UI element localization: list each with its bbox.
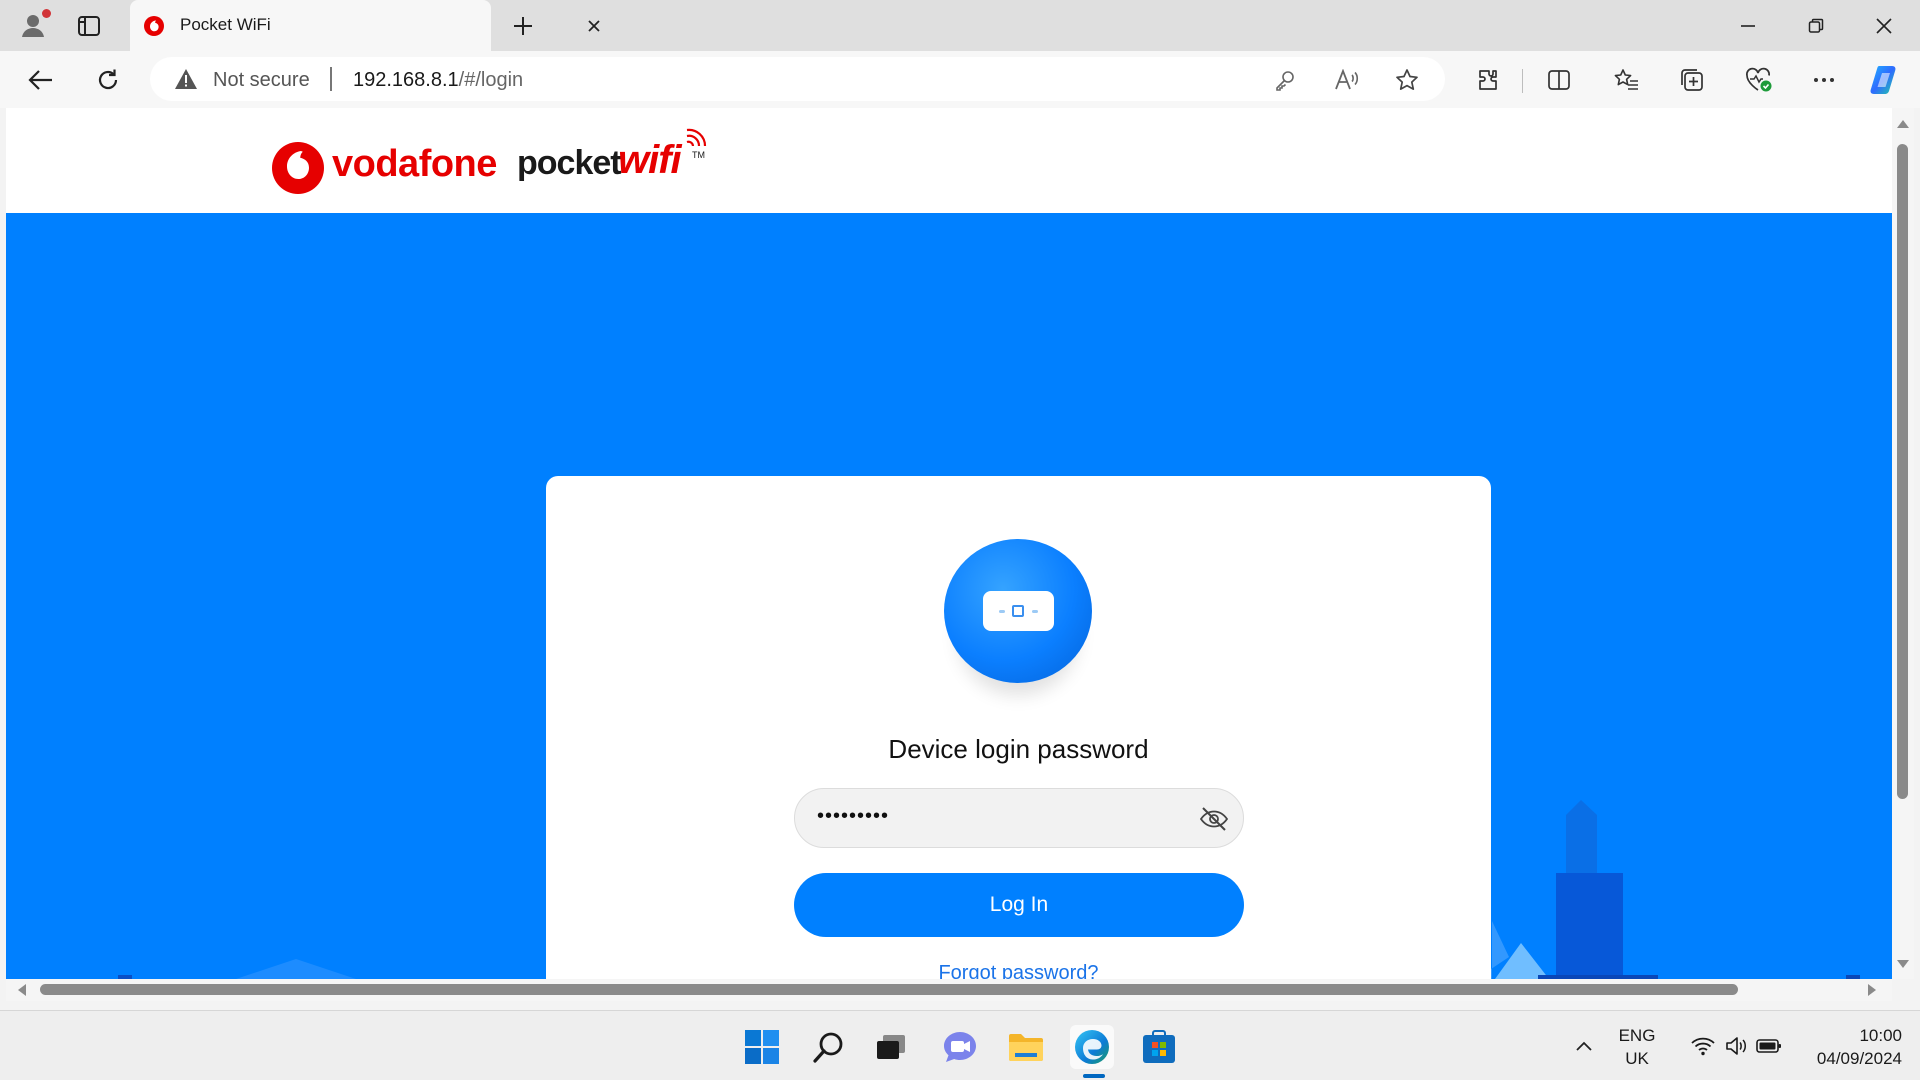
clock-date: 04/09/2024 <box>1816 1049 1902 1068</box>
scroll-down-arrow-icon[interactable] <box>1897 960 1909 968</box>
browser-tab-active[interactable]: Pocket WiFi <box>130 0 600 51</box>
language-region: UK <box>1625 1049 1649 1068</box>
page-viewport: vodafone pocket wifi TM Device login pas… <box>6 108 1892 979</box>
system-clock[interactable]: 10:00 04/09/2024 <box>1792 1024 1902 1070</box>
device-indicator-right <box>1032 610 1038 613</box>
device-button <box>1012 605 1024 617</box>
more-options-icon[interactable] <box>1807 63 1841 97</box>
split-screen-icon[interactable] <box>1542 63 1576 97</box>
horizontal-scrollbar[interactable] <box>6 979 1892 1001</box>
collections-icon[interactable] <box>1675 63 1709 97</box>
vertical-scrollbar[interactable] <box>1892 108 1914 979</box>
minimize-icon[interactable] <box>1730 10 1766 42</box>
active-app-indicator <box>1083 1074 1105 1078</box>
scroll-right-arrow-icon[interactable] <box>1868 984 1876 996</box>
language-indicator[interactable]: ENG UK <box>1612 1024 1662 1070</box>
browser-toolbar: Not secure 192.168.8.1/#/login <box>0 51 1920 108</box>
browser-title-bar: Pocket WiFi <box>0 0 1920 51</box>
windows-taskbar: ENG UK 10:00 04/09/2024 <box>0 1010 1920 1080</box>
security-status-text[interactable]: Not secure <box>213 69 310 92</box>
teams-chat-icon[interactable] <box>938 1025 982 1069</box>
vertical-scroll-thumb[interactable] <box>1897 144 1908 799</box>
site-header: vodafone pocket wifi TM <box>6 108 1892 213</box>
scroll-up-arrow-icon[interactable] <box>1897 120 1909 128</box>
password-input[interactable]: ••••••••• <box>794 788 1244 848</box>
language-code: ENG <box>1618 1026 1656 1045</box>
eye-hidden-icon[interactable] <box>1199 805 1229 833</box>
pocketwifi-word-wifi: wifi <box>618 138 682 182</box>
url-path: /#/login <box>458 69 524 91</box>
scroll-left-arrow-icon[interactable] <box>18 984 26 996</box>
microsoft-store-icon[interactable] <box>1137 1025 1181 1069</box>
login-title: Device login password <box>888 734 1149 764</box>
toolbar-divider <box>1522 69 1523 93</box>
tab-actions-icon[interactable] <box>74 12 104 40</box>
login-card: Device login password ••••••••• Log In F… <box>546 476 1491 979</box>
quick-settings-tray[interactable] <box>1678 1019 1786 1073</box>
address-bar[interactable]: Not secure 192.168.8.1/#/login <box>150 57 1445 101</box>
windows-start-icon[interactable] <box>740 1025 784 1069</box>
favorite-star-icon[interactable] <box>1394 67 1420 93</box>
pocketwifi-word-pocket: pocket <box>517 144 622 182</box>
volume-icon <box>1723 1034 1749 1058</box>
task-view-icon[interactable] <box>869 1025 913 1069</box>
read-aloud-icon[interactable] <box>1334 67 1360 93</box>
device-screen <box>983 591 1054 631</box>
browser-essentials-icon[interactable] <box>1742 63 1776 97</box>
wifi-icon <box>1690 1034 1716 1058</box>
new-tab-icon[interactable] <box>509 12 537 40</box>
forgot-password-link[interactable]: Forgot password? <box>546 962 1491 979</box>
copilot-icon[interactable] <box>1868 63 1902 97</box>
device-indicator-left <box>999 610 1005 613</box>
back-arrow-icon[interactable] <box>24 63 58 97</box>
battery-icon <box>1756 1034 1782 1058</box>
address-divider <box>330 67 332 91</box>
log-in-button[interactable]: Log In <box>794 873 1244 937</box>
search-icon[interactable] <box>807 1025 851 1069</box>
show-hidden-icons-chevron-icon[interactable] <box>1572 1035 1596 1057</box>
vodafone-favicon-icon <box>143 15 165 37</box>
password-masked-value: ••••••••• <box>817 805 890 827</box>
restore-icon[interactable] <box>1798 10 1834 42</box>
pocket-wifi-device-icon <box>944 539 1092 683</box>
wifi-signal-waves-icon <box>683 124 713 154</box>
favorites-list-icon[interactable] <box>1609 63 1643 97</box>
tab-close-icon[interactable] <box>582 14 606 38</box>
vodafone-wordmark: vodafone <box>332 143 497 185</box>
password-key-icon[interactable] <box>1272 67 1298 93</box>
edge-browser-icon[interactable] <box>1070 1025 1114 1069</box>
url-text[interactable]: 192.168.8.1/#/login <box>353 69 523 92</box>
close-window-icon[interactable] <box>1866 10 1902 42</box>
tab-title: Pocket WiFi <box>180 15 271 34</box>
file-explorer-icon[interactable] <box>1004 1025 1048 1069</box>
refresh-icon[interactable] <box>91 63 125 97</box>
url-host: 192.168.8.1 <box>353 69 459 91</box>
notification-dot-icon <box>42 9 51 18</box>
horizontal-scroll-thumb[interactable] <box>40 984 1738 995</box>
vodafone-logo-icon <box>270 140 326 196</box>
warning-triangle-icon[interactable] <box>174 68 198 90</box>
clock-time: 10:00 <box>1859 1026 1902 1045</box>
extensions-icon[interactable] <box>1471 63 1505 97</box>
